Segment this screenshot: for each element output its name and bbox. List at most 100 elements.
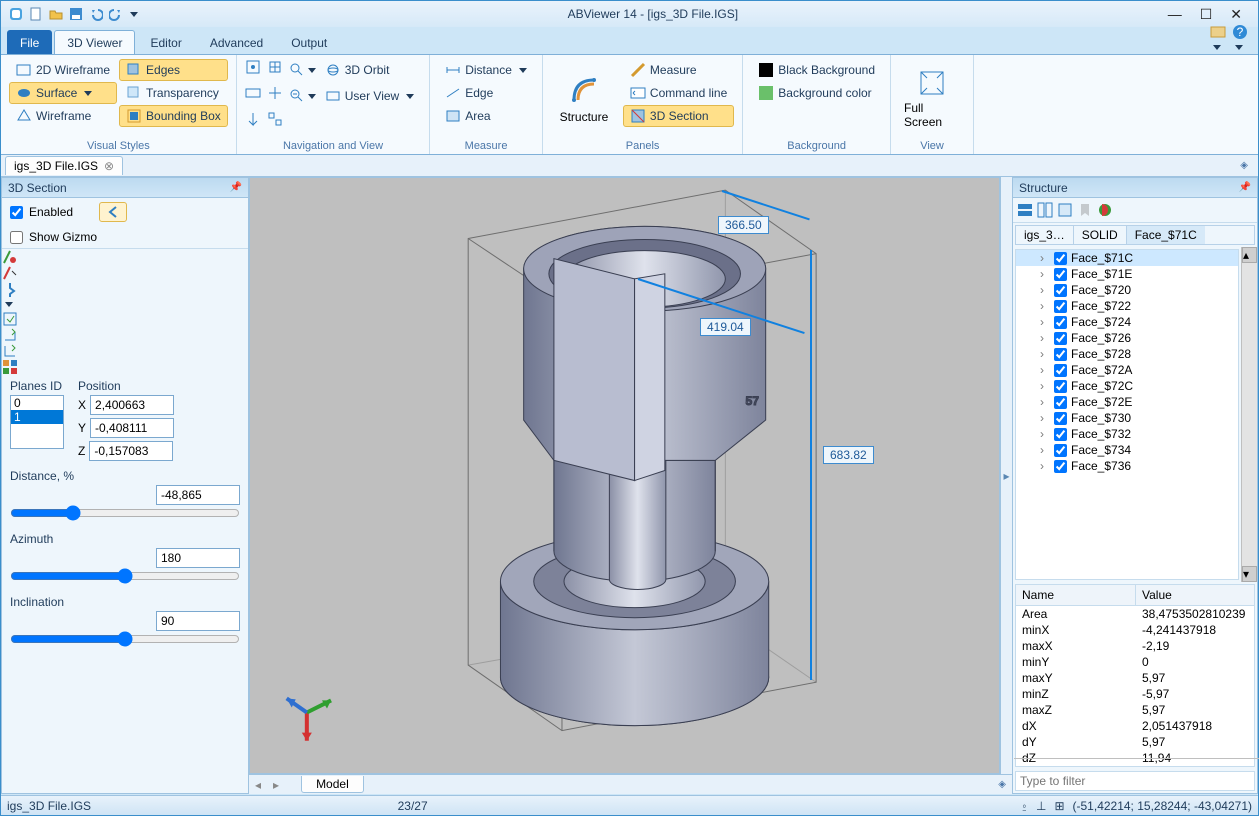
azimuth-slider[interactable] [10,568,240,584]
tab-editor[interactable]: Editor [137,30,194,54]
tab-output[interactable]: Output [278,30,340,54]
style-dropdown-icon[interactable] [1210,24,1226,54]
face-checkbox[interactable] [1054,428,1067,441]
nav-icon-6[interactable] [267,111,283,127]
tab-scroll-left[interactable]: ◂ [249,778,267,792]
3d-viewport[interactable]: 57 366.50 419.04 6 [249,177,1000,774]
expand-icon[interactable]: › [1040,459,1050,473]
btn-command-line[interactable]: Command line [623,82,734,104]
section-toggle-icon[interactable] [99,202,127,222]
tree-row[interactable]: ›Face_$722 [1016,298,1238,314]
tree-row[interactable]: ›Face_$72C [1016,378,1238,394]
tree-row[interactable]: ›Face_$71E [1016,266,1238,282]
btn-structure-panel[interactable]: Structure [551,59,617,139]
x-input[interactable] [90,395,174,415]
close-tab-icon[interactable]: ⊗ [104,159,114,173]
tree-row[interactable]: ›Face_$71C [1016,250,1238,266]
tab-3d-viewer[interactable]: 3D Viewer [54,30,135,54]
section-tool-1[interactable] [2,249,248,265]
face-checkbox[interactable] [1054,284,1067,297]
btn-edges[interactable]: Edges [119,59,228,81]
distance-input[interactable] [156,485,240,505]
face-checkbox[interactable] [1054,316,1067,329]
tree-row[interactable]: ›Face_$730 [1016,410,1238,426]
crumb-1[interactable]: SOLID [1074,226,1127,244]
tree-row[interactable]: ›Face_$732 [1016,426,1238,442]
nav-icon-5[interactable] [245,111,261,127]
model-tab-menu[interactable]: ◈ [998,779,1012,790]
tree-row[interactable]: ›Face_$720 [1016,282,1238,298]
btn-measure-area[interactable]: Area [438,105,534,127]
y-input[interactable] [90,418,174,438]
maximize-button[interactable]: ☐ [1200,6,1213,23]
pin-icon[interactable]: 📌 [230,182,242,193]
tree-row[interactable]: ›Face_$726 [1016,330,1238,346]
tree-row[interactable]: ›Face_$734 [1016,442,1238,458]
tree-row[interactable]: ›Face_$72A [1016,362,1238,378]
qat-redo-icon[interactable] [107,5,125,23]
btn-measure-panel[interactable]: Measure [623,59,734,81]
expand-icon[interactable]: › [1040,315,1050,329]
tab-file[interactable]: File [7,30,52,54]
btn-black-background[interactable]: Black Background [751,59,882,81]
tree-scrollbar[interactable]: ▴▾ [1241,247,1257,582]
nav-icon-1[interactable] [245,59,261,75]
enabled-checkbox[interactable] [10,206,23,219]
section-tool-6[interactable] [2,343,248,359]
z-input[interactable] [89,441,173,461]
expand-icon[interactable]: › [1040,267,1050,281]
snap-icon-3[interactable]: ⊞ [1054,799,1064,813]
nav-icon-2[interactable] [267,59,283,75]
btn-bounding-box[interactable]: Bounding Box [119,105,228,127]
btn-measure-distance[interactable]: Distance [438,59,534,81]
qat-undo-icon[interactable] [87,5,105,23]
filter-input[interactable] [1015,771,1255,791]
nav-icon-3[interactable] [245,85,261,101]
expand-icon[interactable]: › [1040,251,1050,265]
show-gizmo-checkbox[interactable] [10,231,23,244]
face-checkbox[interactable] [1054,300,1067,313]
face-checkbox[interactable] [1054,332,1067,345]
expand-icon[interactable]: › [1040,347,1050,361]
qat-save-icon[interactable] [67,5,85,23]
btn-user-view[interactable]: User View [322,85,421,107]
btn-surface[interactable]: Surface [9,82,117,104]
face-checkbox[interactable] [1054,396,1067,409]
section-tool-3[interactable] [2,281,248,311]
expand-icon[interactable]: › [1040,283,1050,297]
snap-icon-1[interactable]: ⍛ [1021,798,1028,813]
expand-icon[interactable]: › [1040,443,1050,457]
expand-icon[interactable]: › [1040,411,1050,425]
tab-advanced[interactable]: Advanced [197,30,276,54]
btn-background-color[interactable]: Background color [751,82,882,104]
expand-icon[interactable]: › [1040,395,1050,409]
section-tool-5[interactable] [2,327,248,343]
struct-tool-5[interactable] [1097,202,1113,218]
model-tab[interactable]: Model [301,776,364,793]
nav-icon-4[interactable] [267,85,283,101]
expand-icon[interactable]: › [1040,299,1050,313]
face-checkbox[interactable] [1054,364,1067,377]
document-tab[interactable]: igs_3D File.IGS ⊗ [5,156,123,175]
structure-tree[interactable]: ›Face_$71C›Face_$71E›Face_$720›Face_$722… [1015,249,1239,580]
tree-row[interactable]: ›Face_$728 [1016,346,1238,362]
pin-icon[interactable]: 📌 [1239,182,1251,193]
section-tool-7[interactable] [2,359,248,375]
tree-row[interactable]: ›Face_$736 [1016,458,1238,474]
snap-icon-2[interactable]: ⊥ [1036,799,1046,813]
struct-tool-3[interactable] [1057,202,1073,218]
face-checkbox[interactable] [1054,412,1067,425]
face-checkbox[interactable] [1054,444,1067,457]
zoom-dropdown[interactable] [289,59,316,81]
collapse-right-icon[interactable]: ▸ [1000,177,1012,774]
tree-row[interactable]: ›Face_$724 [1016,314,1238,330]
face-checkbox[interactable] [1054,252,1067,265]
section-tool-4[interactable] [2,311,248,327]
expand-icon[interactable]: › [1040,427,1050,441]
tab-scroll-right[interactable]: ▸ [267,778,285,792]
expand-icon[interactable]: › [1040,331,1050,345]
struct-tool-1[interactable] [1017,202,1033,218]
btn-wireframe[interactable]: Wireframe [9,105,117,127]
qat-dropdown-icon[interactable] [130,12,138,17]
structure-breadcrumbs[interactable]: igs_3… SOLID Face_$71C [1015,225,1255,245]
